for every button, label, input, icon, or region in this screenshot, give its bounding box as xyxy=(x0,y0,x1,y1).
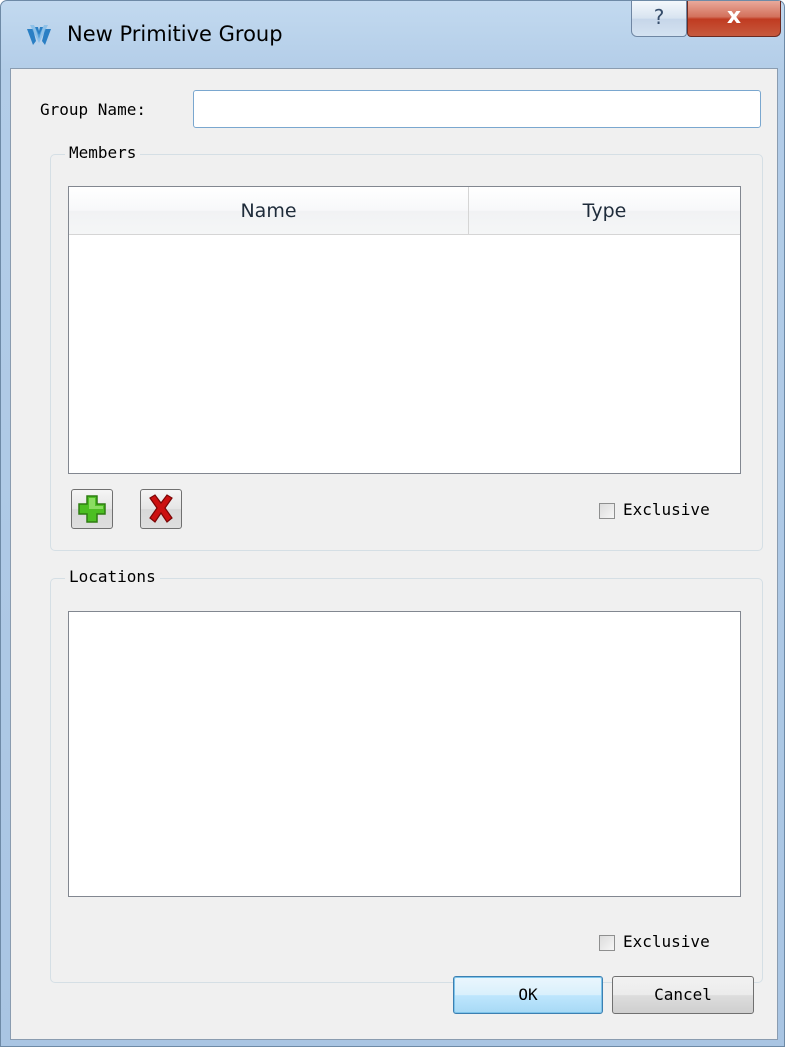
members-exclusive-label[interactable]: Exclusive xyxy=(623,500,710,519)
dialog-window: New Primitive Group ? x Group Name: Memb… xyxy=(0,0,785,1047)
help-icon: ? xyxy=(653,5,665,29)
locations-caption: Locations xyxy=(65,567,160,586)
app-logo-icon xyxy=(27,25,51,45)
add-member-button[interactable] xyxy=(71,489,113,529)
cancel-button[interactable]: Cancel xyxy=(612,976,754,1014)
group-name-input[interactable] xyxy=(193,90,761,128)
green-plus-icon xyxy=(78,495,106,523)
group-name-label: Group Name: xyxy=(40,100,146,119)
close-button[interactable]: x xyxy=(687,1,781,37)
ok-button[interactable]: OK xyxy=(453,976,603,1014)
locations-list[interactable] xyxy=(68,611,741,897)
locations-exclusive-checkbox[interactable] xyxy=(599,935,615,951)
members-exclusive-checkbox[interactable] xyxy=(599,503,615,519)
column-header-name[interactable]: Name xyxy=(69,187,469,235)
dialog-client-area: Group Name: Members Name Type Exclusive … xyxy=(10,68,778,1040)
members-caption: Members xyxy=(65,143,141,162)
remove-member-button[interactable] xyxy=(140,489,182,529)
window-title: New Primitive Group xyxy=(67,22,283,46)
close-icon: x xyxy=(726,4,742,29)
members-table[interactable]: Name Type xyxy=(68,186,741,474)
column-header-type[interactable]: Type xyxy=(469,187,740,235)
locations-exclusive-label[interactable]: Exclusive xyxy=(623,932,710,951)
help-button[interactable]: ? xyxy=(631,1,687,37)
locations-groupbox: Locations Exclusive xyxy=(50,567,763,983)
members-groupbox: Members Name Type Exclusive xyxy=(50,143,763,551)
red-x-icon xyxy=(149,494,173,523)
title-bar[interactable]: New Primitive Group ? x xyxy=(1,1,786,67)
